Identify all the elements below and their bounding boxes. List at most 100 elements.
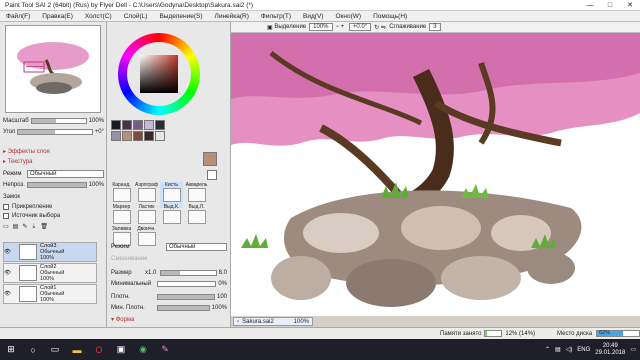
color-swatch[interactable] bbox=[111, 131, 121, 141]
layer-item-2[interactable]: 👁 Слой2 Обычный 100% bbox=[3, 263, 97, 283]
menu-selection[interactable]: Выделение(S) bbox=[153, 13, 208, 20]
tool-button[interactable]: Выд.К. bbox=[160, 204, 183, 230]
tool-panel: Каранд. Аэрограф Кисть Акварель Маркер Ластик… bbox=[107, 22, 231, 327]
blend-mode-label: Режим bbox=[3, 170, 22, 177]
tray-expand-icon[interactable]: ⌃ bbox=[545, 346, 550, 353]
layer-item-1[interactable]: 👁 Слой1 Обычный 100% bbox=[3, 284, 97, 304]
windows-start-icon[interactable]: ⊞ bbox=[0, 339, 22, 360]
brush-size-row: Размер x1.0 8.0 bbox=[111, 268, 227, 277]
tool-label: Маркер bbox=[112, 204, 131, 210]
brush-density-value: 100 bbox=[216, 293, 227, 300]
angle-slider[interactable] bbox=[17, 128, 93, 135]
blend-mode-select[interactable]: Обычный bbox=[27, 169, 104, 178]
zoom-out-icon[interactable]: − bbox=[336, 24, 340, 30]
tool-label: Акварель bbox=[185, 182, 208, 188]
menu-canvas[interactable]: Холст(C) bbox=[79, 13, 118, 20]
layer-item-3[interactable]: 👁 Слой3 Обычный 100% bbox=[3, 242, 97, 262]
network-icon[interactable]: ▤ bbox=[555, 346, 561, 353]
clip-row[interactable]: Прикрепление bbox=[3, 202, 104, 211]
brush-min-density-slider[interactable] bbox=[157, 304, 210, 311]
menu-edit[interactable]: Правка(E) bbox=[36, 13, 79, 20]
tool-button[interactable]: Выд.Л. bbox=[185, 204, 208, 230]
brush-density-slider[interactable] bbox=[157, 293, 215, 300]
opera-icon[interactable]: O bbox=[88, 339, 110, 360]
color-swatch[interactable] bbox=[155, 131, 165, 141]
volume-icon[interactable]: ◁) bbox=[566, 346, 573, 353]
search-icon[interactable]: ○ bbox=[22, 339, 44, 360]
maximize-button[interactable]: □ bbox=[600, 0, 620, 11]
new-layer-icon[interactable]: ▭ bbox=[3, 223, 9, 230]
color-swatch[interactable] bbox=[155, 120, 165, 130]
document-tab[interactable]: ▫ Sakura.sai2 100% bbox=[233, 317, 313, 326]
navigator-preview[interactable] bbox=[5, 25, 101, 113]
menu-file[interactable]: Файл(F) bbox=[0, 13, 36, 20]
notifications-icon[interactable]: ▭ bbox=[630, 346, 636, 353]
chrome-icon[interactable]: ◉ bbox=[132, 339, 154, 360]
new-set-icon[interactable]: ▤ bbox=[13, 223, 19, 230]
merge-icon[interactable]: ⇣ bbox=[31, 223, 36, 230]
opacity-label: Непроз. bbox=[3, 181, 25, 188]
clip-checkbox[interactable] bbox=[3, 203, 9, 210]
rotate-icon[interactable]: ↻ bbox=[374, 24, 379, 31]
menu-help[interactable]: Помощь(H) bbox=[367, 13, 413, 20]
color-swatch[interactable] bbox=[144, 131, 154, 141]
visibility-icon[interactable]: 👁 bbox=[4, 270, 11, 276]
canvas-zoom-field[interactable]: 100% bbox=[309, 23, 333, 31]
canvas-area[interactable]: ▣ Выделение 100% − + +0.0° ↻ ⇋ Сглаживан… bbox=[231, 22, 640, 316]
zoom-row: Масштаб 100% bbox=[3, 116, 104, 125]
visibility-icon[interactable]: 👁 bbox=[4, 249, 11, 255]
menu-view[interactable]: Вид(V) bbox=[297, 13, 329, 20]
layer-opacity: 100% bbox=[39, 276, 55, 282]
color-swatch[interactable] bbox=[122, 131, 132, 141]
brush-min-value: 0% bbox=[218, 280, 227, 287]
color-swatch[interactable] bbox=[111, 120, 121, 130]
taskbar: ⊞ ○ ▭ ▬ O ▣ ◉ ✎ ⌃ ▤ ◁) ENG 20:49 29.01.2… bbox=[0, 339, 640, 360]
menu-ruler[interactable]: Линейка(R) bbox=[209, 13, 255, 20]
delete-layer-icon[interactable]: 🗑 bbox=[40, 223, 48, 230]
menu-layer[interactable]: Слой(L) bbox=[118, 13, 154, 20]
color-sv-square[interactable] bbox=[140, 55, 178, 93]
task-view-icon[interactable]: ▭ bbox=[44, 339, 66, 360]
menu-filter[interactable]: Фильтр(T) bbox=[255, 13, 297, 20]
sai-app-icon[interactable]: ✎ bbox=[154, 339, 176, 360]
tool-label: Двоичн. bbox=[137, 226, 156, 232]
primary-color-swatch[interactable] bbox=[203, 152, 217, 166]
brush-size-slider[interactable] bbox=[160, 269, 217, 276]
smoothing-field[interactable]: 3 bbox=[429, 23, 441, 31]
color-swatch[interactable] bbox=[144, 120, 154, 130]
store-icon[interactable]: ▣ bbox=[110, 339, 132, 360]
color-swatch[interactable] bbox=[133, 120, 143, 130]
canvas-angle-field[interactable]: +0.0° bbox=[348, 23, 372, 31]
brush-min-slider[interactable] bbox=[157, 280, 217, 287]
source-row[interactable]: Источник выбора bbox=[3, 211, 104, 220]
opacity-slider[interactable] bbox=[26, 181, 87, 188]
zoom-in-icon[interactable]: + bbox=[341, 24, 345, 30]
color-swatch[interactable] bbox=[122, 120, 132, 130]
tool-icon bbox=[112, 210, 131, 224]
source-label: Источник выбора bbox=[12, 212, 61, 219]
menu-window[interactable]: Окно(W) bbox=[329, 13, 367, 20]
file-explorer-icon[interactable]: ▬ bbox=[66, 339, 88, 360]
lock-label: Замок bbox=[3, 193, 21, 200]
brush-mode-label: Режим bbox=[111, 243, 130, 250]
tool-icon bbox=[112, 188, 131, 202]
secondary-color-swatch[interactable] bbox=[207, 170, 217, 180]
close-button[interactable]: ✕ bbox=[620, 0, 640, 11]
minimize-button[interactable]: — bbox=[580, 0, 600, 11]
brush-shape-label: Форма bbox=[115, 316, 135, 323]
brush-size-mult[interactable]: x1.0 bbox=[145, 270, 156, 276]
brush-mode-select[interactable]: Обычный bbox=[166, 242, 227, 251]
color-swatch[interactable] bbox=[133, 131, 143, 141]
source-checkbox[interactable] bbox=[3, 212, 9, 219]
new-linework-icon[interactable]: ✎ bbox=[22, 223, 27, 230]
selection-toggle-icon[interactable]: ▣ bbox=[267, 24, 273, 31]
brush-shape-toggle[interactable]: ▾ Форма bbox=[111, 315, 212, 324]
texture-toggle[interactable]: ▸ Текстура bbox=[3, 157, 104, 166]
status-bar: Памяти занято 12% (14%) Место диска 62% bbox=[0, 327, 640, 339]
language-indicator[interactable]: ENG bbox=[577, 347, 590, 353]
zoom-slider[interactable] bbox=[30, 117, 87, 124]
clock[interactable]: 20:49 29.01.2018 bbox=[595, 343, 625, 357]
layer-effects-toggle[interactable]: ▸ Эффекты слоя bbox=[3, 147, 104, 156]
flip-icon[interactable]: ⇋ bbox=[381, 24, 386, 31]
visibility-icon[interactable]: 👁 bbox=[4, 291, 11, 297]
